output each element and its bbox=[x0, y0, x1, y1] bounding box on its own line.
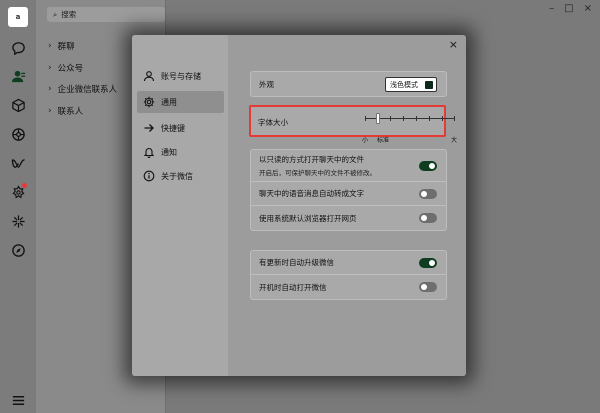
appearance-row: 外观 浅色模式 bbox=[251, 72, 446, 96]
auto-update-row: 有更新时自动升级微信 bbox=[251, 251, 446, 275]
compass-icon[interactable] bbox=[10, 242, 26, 258]
contact-group-official[interactable]: › 公众号 bbox=[48, 62, 83, 74]
font-size-slider-thumb[interactable] bbox=[375, 113, 380, 124]
miniprogram-icon[interactable] bbox=[10, 183, 27, 200]
dialog-close-icon[interactable]: × bbox=[449, 38, 458, 51]
slider-tick bbox=[390, 116, 391, 121]
appearance-mode-value: 浅色模式 bbox=[390, 80, 418, 89]
voice-to-text-toggle[interactable] bbox=[419, 188, 437, 199]
font-size-max-label: 大 bbox=[451, 137, 458, 144]
settings-nav: 账号与存储 通用 快捷键 通知 关于微信 bbox=[132, 35, 228, 376]
files-card: 以只读的方式打开聊天中的文件 开启后，可保护聊天中的文件不被修改。 聊天中的语音… bbox=[250, 149, 447, 231]
slider-tick bbox=[403, 116, 404, 121]
arrow-right-icon bbox=[144, 124, 154, 132]
contact-group-label: 联系人 bbox=[57, 107, 84, 117]
chevron-right-icon: › bbox=[48, 84, 52, 94]
voice-to-text-label: 聊天中的语音消息自动转成文字 bbox=[259, 189, 364, 198]
cube-icon[interactable] bbox=[10, 97, 26, 113]
readonly-files-sub: 开启后，可保护聊天中的文件不被修改。 bbox=[259, 169, 376, 177]
chevron-right-icon: › bbox=[48, 106, 52, 116]
font-size-slider[interactable]: 小 标准 大 bbox=[362, 113, 457, 144]
window-controls: – □ × bbox=[549, 3, 592, 14]
nav-label: 关于微信 bbox=[161, 171, 193, 181]
slider-tick bbox=[416, 116, 417, 121]
auto-update-label: 有更新时自动升级微信 bbox=[259, 258, 334, 267]
nav-account-storage[interactable]: 账号与存储 bbox=[137, 65, 224, 87]
user-icon bbox=[143, 71, 155, 82]
nav-label: 通知 bbox=[161, 147, 177, 157]
slider-tick bbox=[429, 116, 430, 121]
chevron-right-icon: › bbox=[48, 63, 52, 73]
font-size-mid-label: 标准 bbox=[377, 137, 390, 144]
contact-group-label: 群聊 bbox=[57, 42, 75, 52]
system-browser-row: 使用系统默认浏览器打开网页 bbox=[251, 206, 446, 230]
font-size-label: 字体大小 bbox=[258, 118, 288, 127]
slider-tick bbox=[454, 116, 455, 121]
search-input[interactable]: ⌕ 搜索 bbox=[47, 7, 165, 22]
system-browser-toggle[interactable] bbox=[419, 213, 437, 223]
font-size-min-label: 小 bbox=[362, 137, 369, 144]
contact-group-label: 企业微信联系人 bbox=[57, 85, 118, 95]
search-placeholder: 搜索 bbox=[61, 10, 77, 19]
chevron-right-icon: › bbox=[48, 41, 52, 51]
system-browser-label: 使用系统默认浏览器打开网页 bbox=[259, 213, 357, 223]
nav-label: 通用 bbox=[161, 97, 177, 107]
channels-icon[interactable] bbox=[10, 155, 26, 171]
nav-notifications[interactable]: 通知 bbox=[137, 141, 224, 163]
contacts-icon[interactable] bbox=[10, 68, 26, 84]
bell-icon bbox=[143, 148, 155, 158]
auto-update-toggle[interactable] bbox=[419, 257, 437, 268]
readonly-files-label: 以只读的方式打开聊天中的文件 bbox=[259, 155, 364, 164]
search-icon: ⌕ bbox=[53, 9, 58, 19]
voice-to-text-row: 聊天中的语音消息自动转成文字 bbox=[251, 182, 446, 206]
open-on-startup-toggle[interactable] bbox=[419, 282, 437, 292]
window-close-icon[interactable]: × bbox=[584, 3, 592, 14]
aperture-icon[interactable] bbox=[10, 126, 26, 142]
mode-swatch-icon bbox=[425, 80, 433, 89]
contact-group-label: 公众号 bbox=[57, 64, 84, 74]
minimize-icon[interactable]: – bbox=[549, 3, 554, 14]
nav-general[interactable]: 通用 bbox=[137, 91, 224, 113]
update-card: 有更新时自动升级微信 开机时自动打开微信 bbox=[250, 250, 447, 300]
nav-shortcuts[interactable]: 快捷键 bbox=[137, 117, 224, 139]
avatar[interactable]: a bbox=[8, 7, 28, 27]
settings-dialog: 账号与存储 通用 快捷键 通知 关于微信 × 外观 浅色模式 字体大小 小 标准… bbox=[132, 35, 466, 376]
appearance-card: 外观 浅色模式 bbox=[250, 71, 447, 97]
nav-about[interactable]: 关于微信 bbox=[137, 165, 224, 187]
readonly-files-toggle[interactable] bbox=[419, 160, 437, 171]
contact-group-contacts[interactable]: › 联系人 bbox=[48, 105, 83, 117]
settings-content: × 外观 浅色模式 字体大小 小 标准 大 以只读的方式打开聊天中的文件 开启后… bbox=[228, 35, 466, 376]
appearance-label: 外观 bbox=[259, 79, 274, 89]
notification-dot bbox=[22, 183, 27, 188]
font-size-row: 字体大小 小 标准 大 bbox=[249, 105, 457, 144]
icon-rail: a bbox=[0, 0, 36, 413]
chat-icon[interactable] bbox=[10, 40, 26, 56]
open-on-startup-row: 开机时自动打开微信 bbox=[251, 275, 446, 299]
nav-label: 账号与存储 bbox=[161, 71, 201, 81]
gear-icon bbox=[143, 96, 155, 108]
contact-group-wecom[interactable]: › 企业微信联系人 bbox=[48, 83, 117, 95]
slider-tick bbox=[365, 116, 366, 121]
appearance-mode-button[interactable]: 浅色模式 bbox=[385, 77, 437, 92]
open-on-startup-label: 开机时自动打开微信 bbox=[259, 282, 327, 292]
info-icon bbox=[143, 170, 155, 182]
menu-icon[interactable] bbox=[10, 392, 26, 408]
maximize-icon[interactable]: □ bbox=[564, 3, 573, 14]
nav-label: 快捷键 bbox=[161, 123, 185, 133]
sparkle-icon[interactable] bbox=[10, 213, 26, 229]
readonly-files-row: 以只读的方式打开聊天中的文件 开启后，可保护聊天中的文件不被修改。 bbox=[251, 150, 446, 182]
slider-tick bbox=[442, 116, 443, 121]
contact-group-groupchats[interactable]: › 群聊 bbox=[48, 40, 75, 52]
